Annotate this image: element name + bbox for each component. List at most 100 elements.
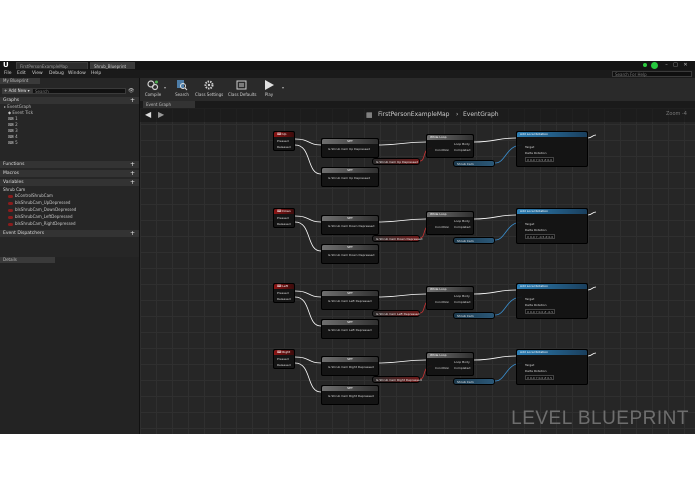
- functions-header[interactable]: Functions +: [0, 161, 139, 168]
- set-node-released[interactable]: SET Is Shrub Cam Down Depressed: [321, 244, 379, 264]
- var-right-depressed[interactable]: bIsShrubCam_RightDepressed: [8, 221, 76, 227]
- maximize-button[interactable]: □: [672, 62, 679, 68]
- delta-rotation-value[interactable]: X 0.0 Y 0.5 Z 0.0: [525, 157, 555, 162]
- key-event-node[interactable]: ⌨ Down Pressed Released: [273, 208, 295, 228]
- class-defaults-button[interactable]: Class Defaults: [228, 79, 257, 100]
- add-graph-icon[interactable]: +: [130, 97, 135, 104]
- loop-body-pin[interactable]: Loop Body: [454, 142, 470, 146]
- set-node-pressed[interactable]: SET Is Shrub Cam Down Depressed: [321, 215, 379, 235]
- shrub-cam-variable[interactable]: Shrub Cam: [453, 312, 495, 319]
- shrub-cam-variable[interactable]: Shrub Cam: [453, 378, 495, 385]
- target-pin[interactable]: Target: [525, 363, 534, 367]
- set-node-released[interactable]: SET Is Shrub Cam Up Depressed: [321, 167, 379, 187]
- condition-pin[interactable]: Condition: [435, 366, 449, 370]
- play-options-icon[interactable]: ▾: [282, 85, 284, 90]
- set-node-released[interactable]: SET Is Shrub Cam Right Depressed: [321, 385, 379, 405]
- menu-view[interactable]: View: [32, 70, 43, 78]
- add-local-rotation-node[interactable]: Add Local Rotation Target Delta Rotation X …: [516, 131, 588, 167]
- delta-rotation-value[interactable]: X 0.0 Y 0.0 Z 0.5: [525, 375, 555, 380]
- class-settings-button[interactable]: Class Settings: [195, 79, 223, 100]
- pressed-pin[interactable]: Pressed: [277, 139, 289, 143]
- menu-window[interactable]: Window: [68, 70, 86, 78]
- completed-pin[interactable]: Completed: [454, 366, 470, 370]
- add-local-rotation-node[interactable]: Add Local Rotation Target Delta Rotation X …: [516, 349, 588, 385]
- shrub-cam-variable[interactable]: Shrub Cam: [453, 237, 495, 244]
- key-event-item-5[interactable]: ⌨ 5: [8, 140, 18, 146]
- set-node-released[interactable]: SET Is Shrub Cam Left Depressed: [321, 319, 379, 339]
- loop-body-pin[interactable]: Loop Body: [454, 360, 470, 364]
- my-blueprint-tab[interactable]: My Blueprint: [0, 78, 40, 84]
- menu-file[interactable]: File: [4, 70, 12, 78]
- pressed-pin[interactable]: Pressed: [277, 216, 289, 220]
- delta-rotation-value[interactable]: X 0.0 Y -0.5 Z 0.0: [525, 234, 556, 239]
- delta-rotation-value[interactable]: X 0.0 Y 0.0 Z -0.5: [525, 309, 556, 314]
- delta-rotation-pin[interactable]: Delta Rotation: [525, 228, 547, 232]
- details-tab[interactable]: Details: [0, 257, 55, 263]
- pressed-pin[interactable]: Pressed: [277, 291, 289, 295]
- target-pin[interactable]: Target: [525, 145, 534, 149]
- close-button[interactable]: ✕: [682, 62, 689, 68]
- var-left-depressed[interactable]: bIsShrubCam_LeftDepressed: [8, 214, 73, 220]
- add-new-button[interactable]: + Add New ▾: [2, 88, 32, 94]
- add-variable-icon[interactable]: +: [130, 179, 135, 186]
- released-pin[interactable]: Released: [277, 297, 291, 301]
- while-loop-node[interactable]: While Loop Loop Body Condition Completed: [426, 286, 474, 310]
- add-dispatcher-icon[interactable]: +: [130, 230, 135, 237]
- condition-pin[interactable]: Condition: [435, 300, 449, 304]
- var-control-shrub-cam[interactable]: bControlShrubCam: [8, 193, 53, 199]
- target-pin[interactable]: Target: [525, 222, 534, 226]
- add-function-icon[interactable]: +: [130, 161, 135, 168]
- tab-level[interactable]: FirstPersonExampleMap: [16, 62, 88, 69]
- while-loop-node[interactable]: While Loop Loop Body Condition Completed: [426, 134, 474, 158]
- while-loop-node[interactable]: While Loop Loop Body Condition Completed: [426, 352, 474, 376]
- get-depressed-variable[interactable]: Is Shrub Cam Right Depressed: [372, 376, 422, 383]
- minimize-button[interactable]: –: [663, 62, 670, 68]
- event-dispatchers-header[interactable]: Event Dispatchers +: [0, 230, 139, 237]
- set-node-pressed[interactable]: SET Is Shrub Cam Left Depressed: [321, 290, 379, 310]
- add-macro-icon[interactable]: +: [130, 170, 135, 177]
- variables-header[interactable]: Variables +: [0, 179, 139, 186]
- loop-body-pin[interactable]: Loop Body: [454, 294, 470, 298]
- get-depressed-variable[interactable]: Is Shrub Cam Left Depressed: [372, 310, 420, 317]
- released-pin[interactable]: Released: [277, 222, 291, 226]
- var-down-depressed[interactable]: bIsShrubCam_DownDepressed: [8, 207, 76, 213]
- key-event-node[interactable]: ⌨ Up Pressed Released: [273, 131, 295, 151]
- event-graph-canvas[interactable]: ◀ ▶ ▦ FirstPersonExampleMap › EventGraph…: [140, 108, 695, 434]
- key-event-node[interactable]: ⌨ Left Pressed Released: [273, 283, 295, 303]
- menu-debug[interactable]: Debug: [49, 70, 64, 78]
- search-button[interactable]: Search: [172, 79, 192, 100]
- completed-pin[interactable]: Completed: [454, 225, 470, 229]
- completed-pin[interactable]: Completed: [454, 300, 470, 304]
- tab-blueprint[interactable]: Shrub_Blueprint: [90, 62, 135, 69]
- play-button[interactable]: Play: [260, 79, 278, 100]
- key-event-node[interactable]: ⌨ Right Pressed Released: [273, 349, 295, 369]
- view-options-icon[interactable]: 👁: [128, 88, 134, 94]
- get-depressed-variable[interactable]: Is Shrub Cam Down Depressed: [372, 235, 422, 242]
- released-pin[interactable]: Released: [277, 363, 291, 367]
- menu-help[interactable]: Help: [91, 70, 101, 78]
- event-graph-tab[interactable]: Event Graph: [143, 101, 195, 108]
- condition-pin[interactable]: Condition: [435, 225, 449, 229]
- var-up-depressed[interactable]: bIsShrubCam_UpDepressed: [8, 200, 70, 206]
- while-loop-node[interactable]: While Loop Loop Body Condition Completed: [426, 211, 474, 235]
- completed-pin[interactable]: Completed: [454, 148, 470, 152]
- add-local-rotation-node[interactable]: Add Local Rotation Target Delta Rotation X …: [516, 208, 588, 244]
- menu-edit[interactable]: Edit: [17, 70, 26, 78]
- get-depressed-variable[interactable]: Is Shrub Cam Up Depressed: [372, 158, 420, 165]
- set-node-pressed[interactable]: SET Is Shrub Cam Up Depressed: [321, 138, 379, 158]
- mybp-search-input[interactable]: Search: [32, 88, 126, 94]
- target-pin[interactable]: Target: [525, 297, 534, 301]
- compile-options-icon[interactable]: ▾: [164, 85, 166, 90]
- delta-rotation-pin[interactable]: Delta Rotation: [525, 369, 547, 373]
- set-node-pressed[interactable]: SET Is Shrub Cam Right Depressed: [321, 356, 379, 376]
- condition-pin[interactable]: Condition: [435, 148, 449, 152]
- graphs-header[interactable]: Graphs +: [0, 97, 139, 104]
- add-local-rotation-node[interactable]: Add Local Rotation Target Delta Rotation X …: [516, 283, 588, 319]
- macros-header[interactable]: Macros +: [0, 170, 139, 177]
- pressed-pin[interactable]: Pressed: [277, 357, 289, 361]
- shrub-cam-variable[interactable]: Shrub Cam: [453, 160, 495, 167]
- delta-rotation-pin[interactable]: Delta Rotation: [525, 303, 547, 307]
- delta-rotation-pin[interactable]: Delta Rotation: [525, 151, 547, 155]
- loop-body-pin[interactable]: Loop Body: [454, 219, 470, 223]
- compile-button[interactable]: Compile: [143, 79, 163, 100]
